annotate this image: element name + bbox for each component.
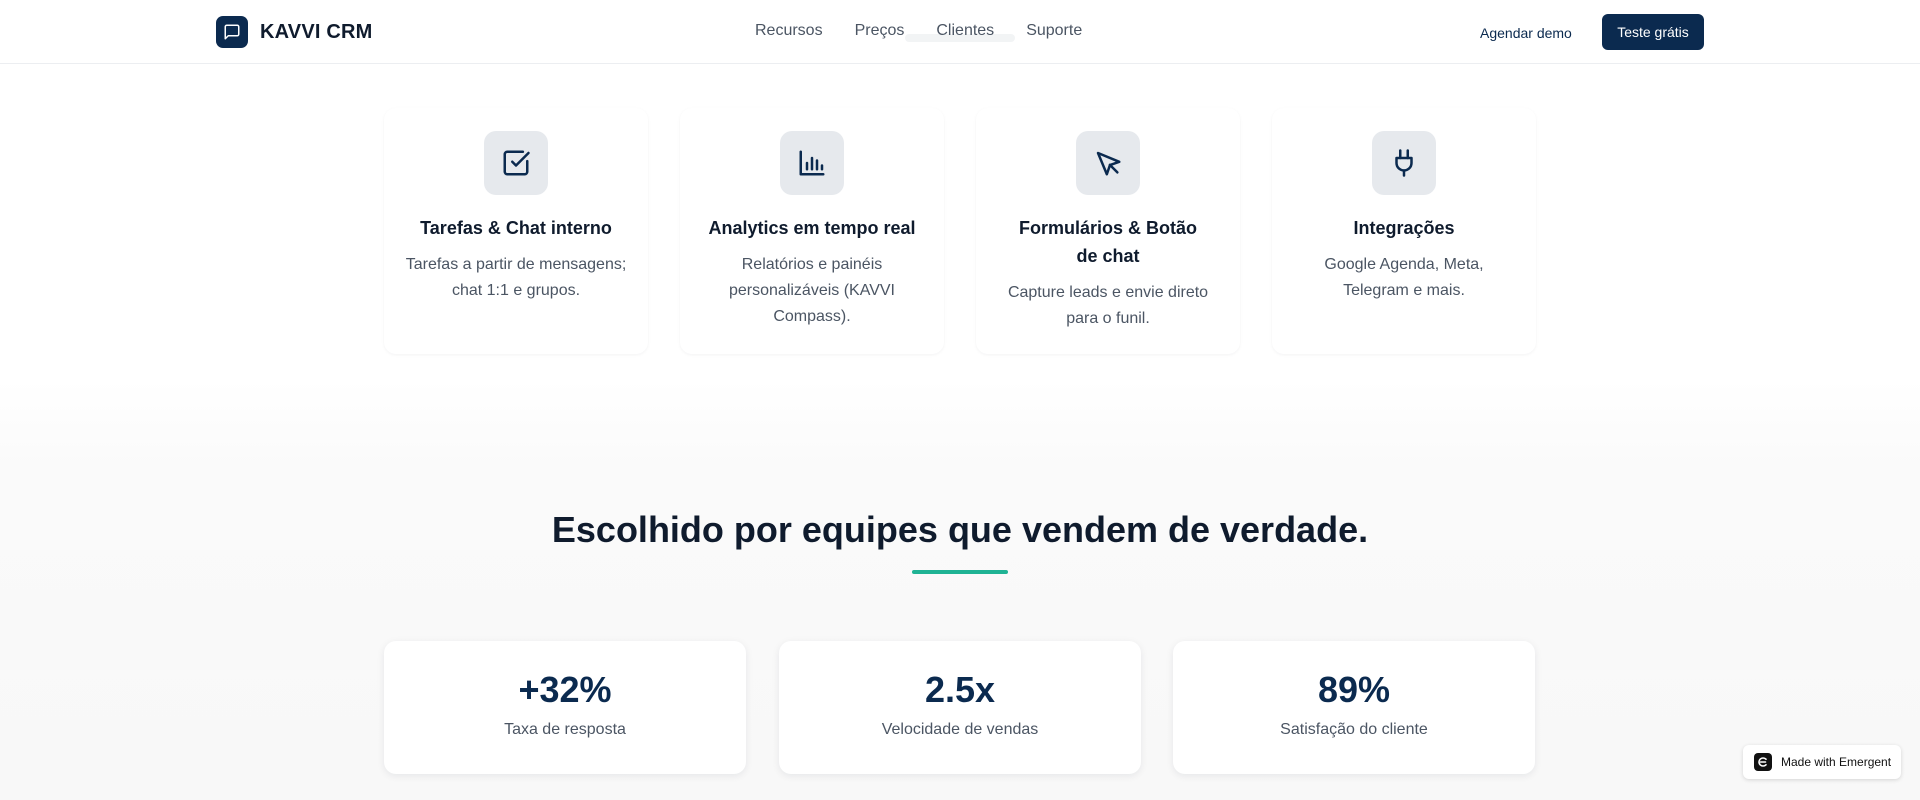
stat-card-customer-satisfaction: 89% Satisfação do cliente [1173,641,1535,774]
feature-title: Tarefas & Chat interno [420,218,612,238]
feature-description: Google Agenda, Meta, Telegram e mais. [1324,256,1484,299]
top-navbar: KAVVI CRM Recursos Preços Clientes Supor… [0,0,1920,64]
feature-card-tasks: Tarefas & Chat interno Tarefas a partir … [384,108,648,354]
feature-title: Integrações [1353,218,1455,238]
stat-card-sales-velocity: 2.5x Velocidade de vendas [779,641,1141,774]
feature-description: Tarefas a partir de mensagens; chat 1:1 … [405,256,627,299]
stat-label: Velocidade de vendas [881,721,1039,738]
cursor-click-icon [1076,131,1140,195]
feature-title: Analytics em tempo real [708,218,916,238]
nav-item-suporte[interactable]: Suporte [1026,22,1082,40]
main-nav: Recursos Preços Clientes Suporte [755,22,1114,40]
made-with-emergent-badge[interactable]: Made with Emergent [1743,745,1901,779]
stat-value: +32% [518,669,612,710]
stat-label: Taxa de resposta [504,721,626,738]
nav-item-precos[interactable]: Preços [855,22,905,40]
nav-item-recursos[interactable]: Recursos [755,22,823,40]
section-title: Escolhido por equipes que vendem de verd… [551,509,1369,550]
chat-bubble-icon [216,16,248,48]
brand-link[interactable]: KAVVI CRM [216,16,373,48]
bar-chart-icon [780,131,844,195]
emergent-logo-icon [1754,753,1772,771]
badge-label: Made with Emergent [1781,755,1892,769]
nav-item-clientes[interactable]: Clientes [936,22,994,40]
check-square-icon [484,131,548,195]
feature-card-forms: Formulários & Botão de chat Capture lead… [976,108,1240,354]
free-trial-button[interactable]: Teste grátis [1602,14,1704,50]
stat-value: 89% [1317,669,1391,710]
feature-title: Formulários & Botão de chat [1018,218,1197,266]
scrolled-heading-ghost [760,0,1160,18]
stat-label: Satisfação do cliente [1280,721,1428,738]
section-title-underline [912,570,1008,574]
schedule-demo-button[interactable]: Agendar demo [1468,15,1584,50]
feature-card-integrations: Integrações Google Agenda, Meta, Telegra… [1272,108,1536,354]
stat-card-response-rate: +32% Taxa de resposta [384,641,746,774]
brand-name: KAVVI CRM [260,20,373,43]
plug-icon [1372,131,1436,195]
feature-card-analytics: Analytics em tempo real Relatórios e pai… [680,108,944,354]
stat-value: 2.5x [924,669,996,710]
feature-description: Capture leads e envie direto para o funi… [1007,284,1209,327]
feature-description: Relatórios e painéis personalizáveis (KA… [729,256,895,325]
